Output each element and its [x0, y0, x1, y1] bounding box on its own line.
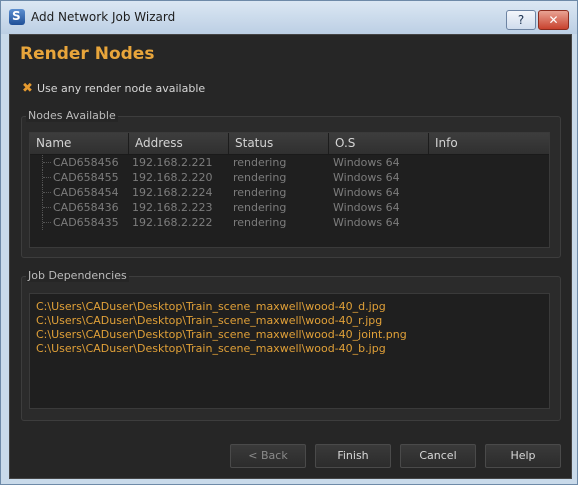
column-header-info[interactable]: Info — [429, 133, 549, 154]
node-address: 192.168.2.224 — [132, 186, 213, 199]
finish-button[interactable]: Finish — [315, 444, 391, 468]
column-header-name[interactable]: Name — [30, 133, 129, 154]
list-item[interactable]: C:\Users\CADuser\Desktop\Train_scene_max… — [36, 342, 386, 355]
node-status: rendering — [233, 186, 287, 199]
column-header-status[interactable]: Status — [229, 133, 329, 154]
node-os: Windows 64 — [333, 186, 400, 199]
column-header-os[interactable]: O.S — [329, 133, 429, 154]
table-row[interactable]: CAD658435 192.168.2.222 rendering Window… — [30, 215, 549, 230]
nodes-table[interactable]: Name Address Status O.S Info CAD658456 1… — [29, 132, 550, 248]
wizard-window: Add Network Job Wizard ? ✕ Render Nodes … — [0, 0, 578, 485]
column-header-address[interactable]: Address — [129, 133, 229, 154]
table-header: Name Address Status O.S Info — [30, 133, 549, 155]
nodes-available-label: Nodes Available — [26, 109, 118, 122]
list-item[interactable]: C:\Users\CADuser\Desktop\Train_scene_max… — [36, 314, 382, 327]
window-title: Add Network Job Wizard — [31, 10, 176, 24]
table-row[interactable]: CAD658454 192.168.2.224 rendering Window… — [30, 185, 549, 200]
node-address: 192.168.2.220 — [132, 171, 213, 184]
node-address: 192.168.2.221 — [132, 156, 213, 169]
node-name: CAD658454 — [53, 186, 119, 199]
node-os: Windows 64 — [333, 216, 400, 229]
tree-branch — [42, 185, 53, 200]
title-bar[interactable]: Add Network Job Wizard ? ✕ — [1, 1, 577, 34]
checkbox-checked-icon[interactable]: ✖ — [22, 81, 33, 96]
node-status: rendering — [233, 156, 287, 169]
back-button[interactable]: < Back — [230, 444, 306, 468]
node-os: Windows 64 — [333, 171, 400, 184]
node-name: CAD658456 — [53, 156, 119, 169]
tree-branch — [42, 200, 53, 215]
tree-branch — [42, 215, 53, 230]
tree-branch — [42, 155, 53, 170]
wizard-content: Render Nodes ✖ Use any render node avail… — [9, 34, 572, 479]
list-item[interactable]: C:\Users\CADuser\Desktop\Train_scene_max… — [36, 300, 386, 313]
table-row[interactable]: CAD658455 192.168.2.220 rendering Window… — [30, 170, 549, 185]
node-name: CAD658436 — [53, 201, 119, 214]
job-dependencies-label: Job Dependencies — [26, 269, 129, 282]
help-button[interactable]: Help — [485, 444, 561, 468]
table-body: CAD658456 192.168.2.221 rendering Window… — [30, 155, 549, 230]
node-status: rendering — [233, 216, 287, 229]
use-any-node-label[interactable]: Use any render node available — [37, 82, 205, 95]
close-button[interactable]: ✕ — [538, 10, 569, 30]
node-status: rendering — [233, 171, 287, 184]
title-help-button[interactable]: ? — [506, 10, 536, 30]
cancel-button[interactable]: Cancel — [400, 444, 476, 468]
node-os: Windows 64 — [333, 201, 400, 214]
app-icon — [9, 9, 25, 25]
node-os: Windows 64 — [333, 156, 400, 169]
dependencies-list[interactable]: C:\Users\CADuser\Desktop\Train_scene_max… — [29, 293, 550, 409]
tree-branch — [42, 170, 53, 185]
page-title: Render Nodes — [20, 44, 155, 64]
node-name: CAD658455 — [53, 171, 119, 184]
node-status: rendering — [233, 201, 287, 214]
node-name: CAD658435 — [53, 216, 119, 229]
node-address: 192.168.2.222 — [132, 216, 213, 229]
table-row[interactable]: CAD658456 192.168.2.221 rendering Window… — [30, 155, 549, 170]
list-item[interactable]: C:\Users\CADuser\Desktop\Train_scene_max… — [36, 328, 407, 341]
table-row[interactable]: CAD658436 192.168.2.223 rendering Window… — [30, 200, 549, 215]
node-address: 192.168.2.223 — [132, 201, 213, 214]
